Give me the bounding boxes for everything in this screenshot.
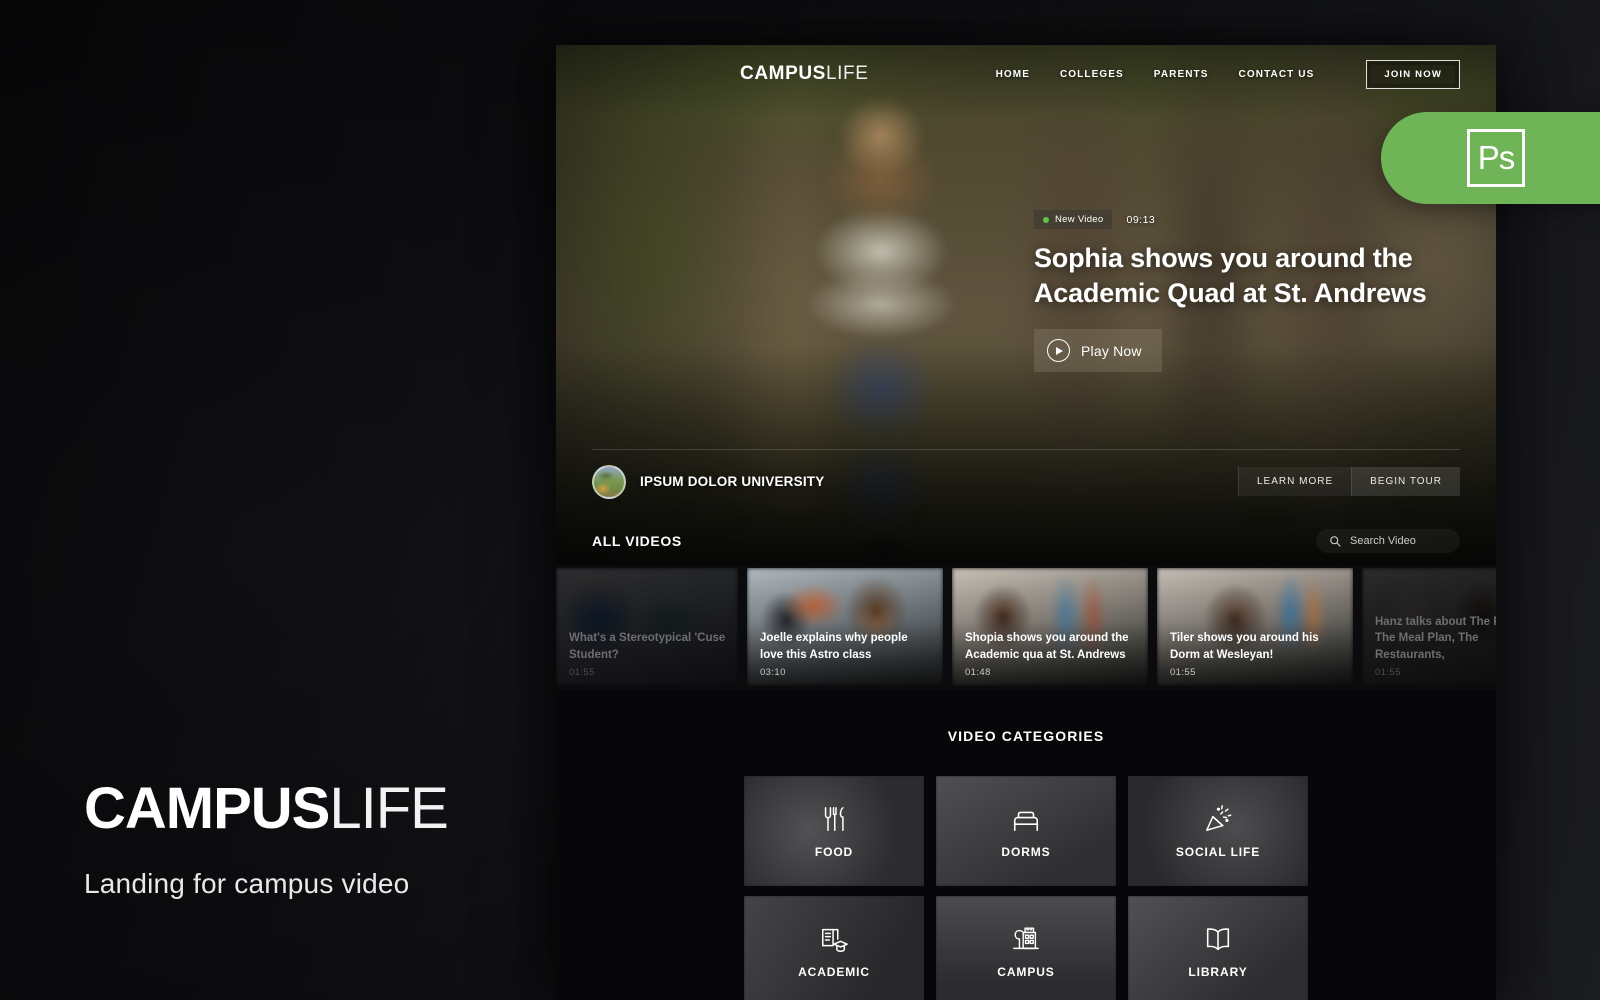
status-dot-icon — [1043, 217, 1049, 223]
brand-title-thin: LIFE — [329, 776, 448, 841]
category-label: LIBRARY — [1188, 965, 1247, 979]
new-video-label: New Video — [1055, 214, 1103, 225]
university-name: IPSUM DOLOR UNIVERSITY — [640, 474, 824, 489]
play-icon — [1047, 339, 1070, 362]
nav-item-home[interactable]: HOME — [996, 69, 1030, 80]
video-duration: 01:55 — [569, 667, 728, 678]
photoshop-badge: Ps — [1381, 112, 1600, 204]
search-icon — [1329, 535, 1341, 547]
all-videos-heading: ALL VIDEOS — [592, 533, 682, 549]
hero-meta-row: New Video 09:13 — [1034, 210, 1464, 229]
all-videos-bar: ALL VIDEOS — [592, 521, 1460, 561]
hero-content: New Video 09:13 Sophia shows you around … — [1034, 210, 1464, 372]
video-duration: 01:55 — [1375, 667, 1496, 678]
video-duration: 01:55 — [1170, 667, 1343, 678]
site-logo[interactable]: CAMPUSLIFE — [740, 63, 868, 85]
branding-block: CAMPUSLIFE Landing for campus video — [84, 780, 514, 900]
open-book-icon — [1203, 924, 1233, 954]
video-categories-grid: FOOD DORMS — [736, 776, 1316, 1000]
video-title: Hanz talks about The Food, The Meal Plan… — [1375, 614, 1496, 663]
video-title: What's a Stereotypical 'Cuse Student? — [569, 630, 728, 663]
brand-title-bold: CAMPUS — [84, 776, 329, 841]
category-tile-food[interactable]: FOOD — [744, 776, 924, 886]
site-header: CAMPUSLIFE HOME COLLEGES PARENTS CONTACT… — [556, 45, 1496, 103]
play-now-button[interactable]: Play Now — [1034, 329, 1162, 372]
video-card[interactable]: Tiler shows you around his Dorm at Wesle… — [1157, 568, 1353, 686]
university-avatar — [592, 465, 626, 499]
category-label: CAMPUS — [997, 965, 1054, 979]
video-cards-row: What's a Stereotypical 'Cuse Student? 01… — [556, 565, 1496, 690]
brand-subtitle: Landing for campus video — [84, 868, 514, 900]
category-tile-campus[interactable]: CAMPUS — [936, 896, 1116, 1000]
nav-item-colleges[interactable]: COLLEGES — [1060, 69, 1124, 80]
video-duration: 01:48 — [965, 667, 1138, 678]
site-logo-bold: CAMPUS — [740, 63, 826, 84]
join-now-button[interactable]: JOIN NOW — [1366, 60, 1460, 89]
hero-title: Sophia shows you around the Academic Qua… — [1034, 241, 1464, 311]
building-tree-icon — [1011, 924, 1041, 954]
video-card[interactable]: Shopia shows you around the Academic qua… — [952, 568, 1148, 686]
site-logo-thin: LIFE — [826, 63, 869, 84]
hero-duration: 09:13 — [1126, 214, 1155, 226]
hero-section: CAMPUSLIFE HOME COLLEGES PARENTS CONTACT… — [556, 45, 1496, 565]
university-bar: IPSUM DOLOR UNIVERSITY LEARN MORE BEGIN … — [592, 449, 1460, 505]
book-graduation-icon — [819, 924, 849, 954]
begin-tour-button[interactable]: BEGIN TOUR — [1351, 467, 1460, 496]
university-actions: LEARN MORE BEGIN TOUR — [1238, 467, 1460, 496]
category-label: SOCIAL LIFE — [1176, 845, 1260, 859]
video-duration: 03:10 — [760, 667, 933, 678]
brand-title: CAMPUSLIFE — [84, 780, 514, 838]
video-card[interactable]: What's a Stereotypical 'Cuse Student? 01… — [556, 568, 738, 686]
video-title: Shopia shows you around the Academic qua… — [965, 630, 1138, 663]
play-now-label: Play Now — [1081, 343, 1142, 359]
cutlery-icon — [819, 804, 849, 834]
video-card[interactable]: Joelle explains why people love this Ast… — [747, 568, 943, 686]
party-popper-icon — [1203, 804, 1233, 834]
category-label: ACADEMIC — [798, 965, 870, 979]
website-mockup: CAMPUSLIFE HOME COLLEGES PARENTS CONTACT… — [556, 45, 1496, 1000]
category-tile-academic[interactable]: ACADEMIC — [744, 896, 924, 1000]
video-title: Tiler shows you around his Dorm at Wesle… — [1170, 630, 1343, 663]
category-tile-library[interactable]: LIBRARY — [1128, 896, 1308, 1000]
photoshop-label: Ps — [1478, 139, 1515, 177]
nav-item-parents[interactable]: PARENTS — [1154, 69, 1209, 80]
learn-more-button[interactable]: LEARN MORE — [1238, 467, 1351, 496]
search-box[interactable] — [1316, 529, 1460, 553]
video-card[interactable]: Hanz talks about The Food, The Meal Plan… — [1362, 568, 1496, 686]
main-navigation: HOME COLLEGES PARENTS CONTACT US JOIN NO… — [996, 60, 1460, 89]
category-tile-dorms[interactable]: DORMS — [936, 776, 1116, 886]
new-video-badge: New Video — [1034, 210, 1112, 229]
category-tile-social-life[interactable]: SOCIAL LIFE — [1128, 776, 1308, 886]
nav-item-contact-us[interactable]: CONTACT US — [1239, 69, 1315, 80]
bed-icon — [1011, 804, 1041, 834]
category-label: DORMS — [1001, 845, 1050, 859]
video-categories-section: VIDEO CATEGORIES FOOD — [556, 690, 1496, 1000]
search-input[interactable] — [1350, 535, 1442, 547]
photoshop-icon: Ps — [1467, 129, 1525, 187]
category-label: FOOD — [815, 845, 853, 859]
video-title: Joelle explains why people love this Ast… — [760, 630, 933, 663]
video-categories-heading: VIDEO CATEGORIES — [556, 728, 1496, 744]
